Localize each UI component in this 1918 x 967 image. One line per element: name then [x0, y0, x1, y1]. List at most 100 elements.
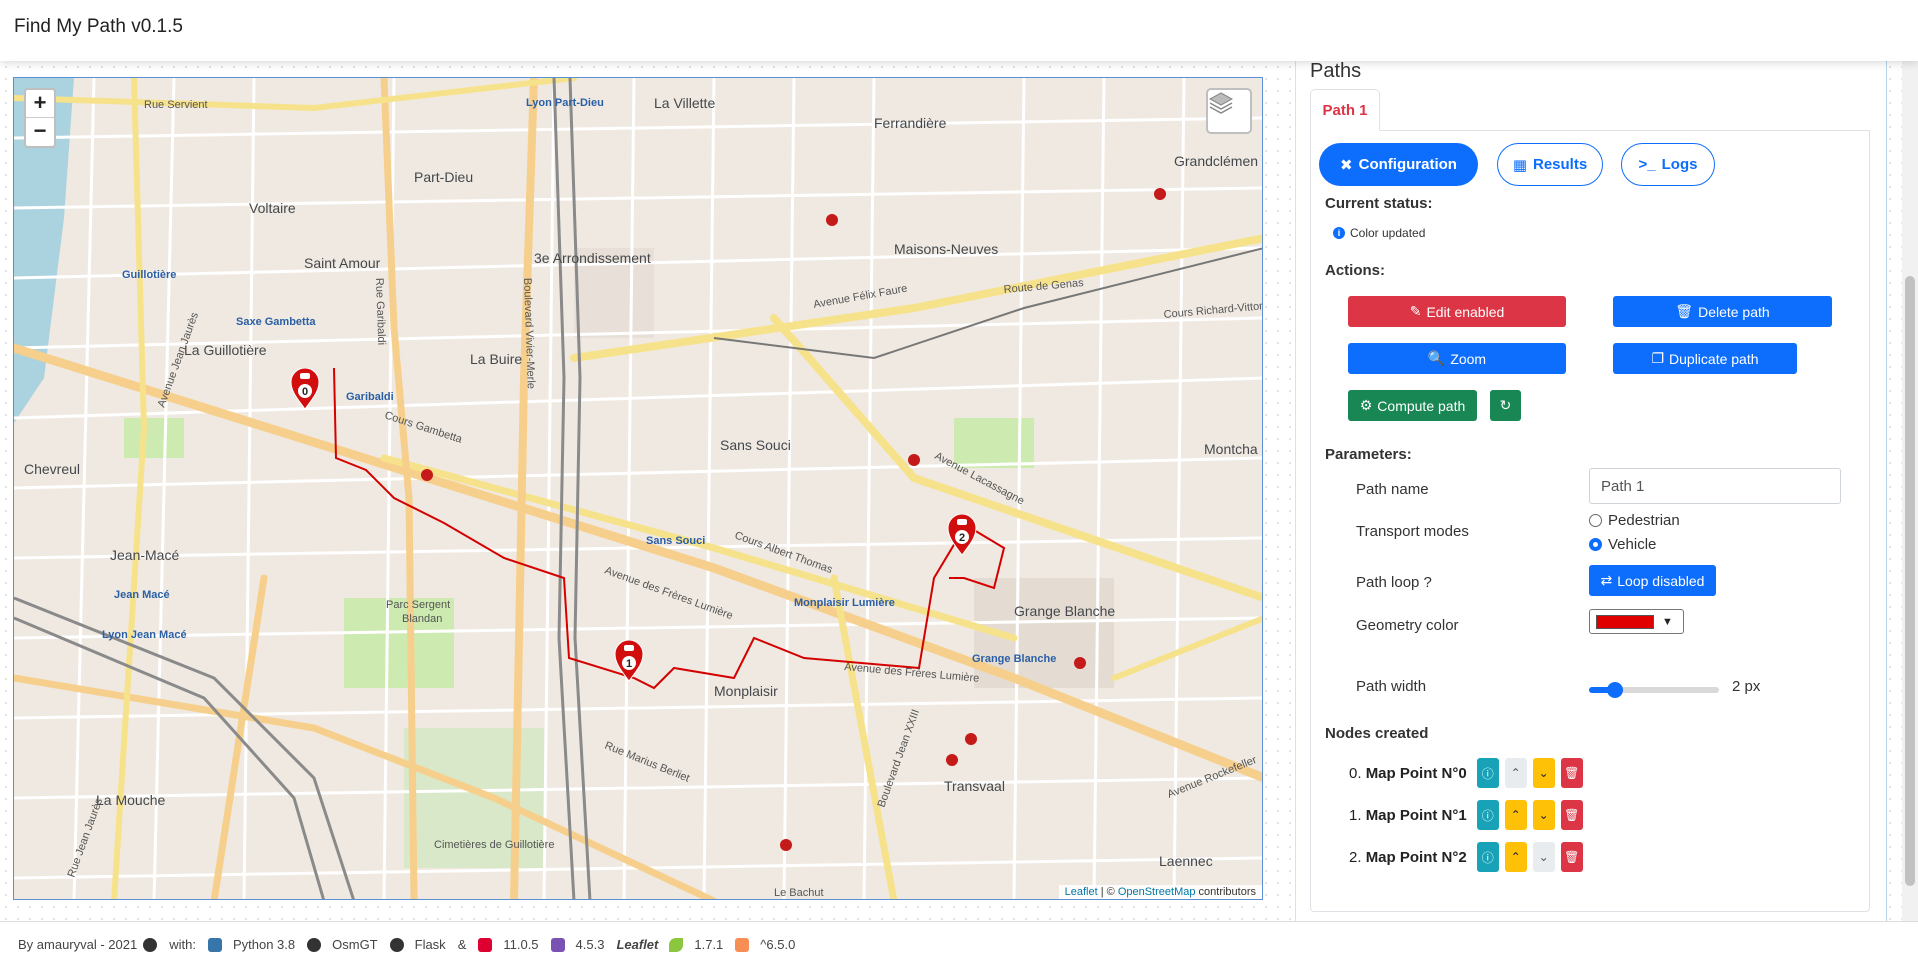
svg-text:2: 2	[959, 532, 965, 544]
edit-enabled-button[interactable]: ✎ Edit enabled	[1348, 296, 1566, 327]
refresh-button[interactable]: ↻	[1490, 390, 1521, 421]
logs-label: Logs	[1661, 156, 1698, 173]
duplicate-path-button[interactable]: ❐ Duplicate path	[1613, 343, 1797, 374]
python-badge[interactable]: Python 3.8	[207, 937, 301, 952]
path-width-value: 2 px	[1732, 678, 1761, 695]
angular-badge[interactable]: 11.0.5	[478, 937, 544, 952]
github-icon	[307, 937, 322, 952]
svg-text:Grange Blanche: Grange Blanche	[972, 653, 1056, 665]
svg-text:Ferrandière: Ferrandière	[874, 115, 947, 131]
path-tab-body: ✖ Configuration ▦ Results >_ Logs Current s…	[1310, 130, 1870, 912]
svg-text:Monplaisir: Monplaisir	[714, 683, 778, 699]
tab-logs[interactable]: >_ Logs	[1621, 143, 1715, 186]
svg-text:Chevreul: Chevreul	[24, 461, 80, 477]
node-down-button[interactable]: ⌄	[1532, 758, 1555, 788]
github-icon[interactable]	[143, 937, 163, 952]
svg-text:Jean-Macé: Jean-Macé	[110, 547, 179, 563]
zoom-control: + −	[24, 88, 56, 148]
osm-link[interactable]: OpenStreetMap	[1118, 886, 1196, 898]
path-name-label: Path name	[1356, 481, 1429, 498]
compute-path-button[interactable]: ⚙ Compute path	[1348, 390, 1477, 421]
scrollbar-thumb[interactable]	[1905, 276, 1915, 886]
tab-results[interactable]: ▦ Results	[1497, 143, 1603, 186]
actions-label: Actions:	[1325, 262, 1385, 279]
node-info-button[interactable]: ⓘ	[1476, 842, 1499, 872]
svg-text:3e Arrondissement: 3e Arrondissement	[534, 250, 651, 266]
app-title: Find My Path v0.1.5	[14, 16, 183, 37]
leaflet-link[interactable]: Leaflet	[1065, 886, 1098, 898]
info-icon: i	[1333, 227, 1345, 239]
results-label: Results	[1533, 156, 1588, 173]
vertical-scrollbar[interactable]	[1902, 61, 1918, 921]
compute-label: Compute path	[1377, 397, 1466, 414]
node-info-button[interactable]: ⓘ	[1476, 758, 1499, 788]
map-container[interactable]: Part-Dieu 3e Arrondissement Maisons-Neuv…	[13, 77, 1263, 900]
loop-toggle-button[interactable]: ⇄ Loop disabled	[1589, 565, 1716, 596]
node-down-button[interactable]: ⌄	[1532, 800, 1555, 830]
radio-pedestrian-dot[interactable]	[1589, 514, 1602, 527]
svg-text:Saxe Gambetta: Saxe Gambetta	[236, 316, 316, 328]
tab-configuration[interactable]: ✖ Configuration	[1319, 143, 1478, 186]
current-status-label: Current status:	[1325, 195, 1433, 212]
path-width-slider[interactable]	[1589, 682, 1719, 698]
footer-with: with:	[169, 937, 196, 952]
layers-icon	[1208, 92, 1234, 114]
tab-path-1[interactable]: Path 1	[1310, 89, 1380, 131]
leaflet-badge[interactable]: Leaflet 1.7.1	[616, 937, 729, 952]
leaflet-logo: Leaflet	[616, 937, 659, 952]
node-index: 1.	[1349, 806, 1362, 824]
duplicate-label: Duplicate path	[1669, 350, 1759, 367]
svg-text:Rue Servient: Rue Servient	[144, 99, 208, 111]
radio-vehicle[interactable]: Vehicle	[1589, 536, 1656, 553]
svg-text:Saint Amour: Saint Amour	[304, 255, 381, 271]
tools-icon: ✖	[1340, 156, 1353, 174]
radio-vehicle-dot[interactable]	[1589, 538, 1602, 551]
footer-ampersand: &	[457, 937, 467, 952]
node-row-2: 2. Map Point N°2 ⓘ ⌃ ⌄ 🗑	[1349, 842, 1583, 872]
node-info-button[interactable]: ⓘ	[1476, 800, 1499, 830]
attribution-suffix: contributors	[1195, 886, 1256, 898]
svg-text:1: 1	[626, 658, 632, 670]
bootstrap-icon	[550, 937, 565, 952]
node-down-button[interactable]: ⌄	[1532, 842, 1555, 872]
d3-badge[interactable]: ^6.5.0	[735, 937, 801, 952]
node-delete-button[interactable]: 🗑	[1560, 758, 1583, 788]
layers-control-button[interactable]	[1206, 88, 1252, 134]
node-index: 0.	[1349, 764, 1362, 782]
node-delete-button[interactable]: 🗑	[1560, 800, 1583, 830]
radio-pedestrian[interactable]: Pedestrian	[1589, 512, 1680, 529]
transport-modes-label: Transport modes	[1356, 523, 1469, 540]
magnifier-icon: 🔍	[1427, 350, 1446, 366]
node-name: Map Point N°0	[1365, 764, 1467, 782]
attribution-separator: | ©	[1097, 886, 1118, 898]
zoom-button[interactable]: 🔍 Zoom	[1348, 343, 1566, 374]
top-navbar: Find My Path v0.1.5	[0, 0, 1918, 61]
path-name-input[interactable]	[1589, 468, 1841, 504]
svg-text:La Guillotière: La Guillotière	[184, 342, 267, 358]
svg-text:Transvaal: Transvaal	[944, 778, 1005, 794]
map-attribution: Leaflet | © OpenStreetMap contributors	[1058, 885, 1262, 899]
map-tiles[interactable]: Part-Dieu 3e Arrondissement Maisons-Neuv…	[14, 78, 1263, 900]
delete-path-button[interactable]: 🗑 Delete path	[1613, 296, 1832, 327]
node-name: Map Point N°2	[1365, 848, 1467, 866]
svg-text:Grange Blanche: Grange Blanche	[1014, 603, 1115, 619]
flask-badge[interactable]: Flask	[389, 937, 452, 952]
node-up-button[interactable]: ⌃	[1504, 842, 1527, 872]
zoom-out-button[interactable]: −	[26, 118, 54, 146]
svg-text:Jean Macé: Jean Macé	[114, 589, 170, 601]
node-up-button[interactable]: ⌃	[1504, 800, 1527, 830]
copy-icon: ❐	[1651, 350, 1665, 366]
svg-text:Maisons-Neuves: Maisons-Neuves	[894, 241, 998, 257]
bootstrap-badge[interactable]: 4.5.3	[550, 937, 611, 952]
svg-text:Montcha: Montcha	[1204, 441, 1258, 457]
chevron-down-icon: ▼	[1662, 615, 1673, 628]
svg-text:Monplaisir Lumière: Monplaisir Lumière	[794, 597, 895, 609]
zoom-in-button[interactable]: +	[26, 90, 54, 118]
slider-knob[interactable]	[1607, 682, 1623, 698]
svg-text:La Villette: La Villette	[654, 95, 715, 111]
osmgt-badge[interactable]: OsmGT	[307, 937, 384, 952]
node-up-button[interactable]: ⌃	[1504, 758, 1527, 788]
paths-heading: Paths	[1310, 60, 1362, 82]
geometry-color-select[interactable]: ▼	[1589, 609, 1684, 634]
node-delete-button[interactable]: 🗑	[1560, 842, 1583, 872]
